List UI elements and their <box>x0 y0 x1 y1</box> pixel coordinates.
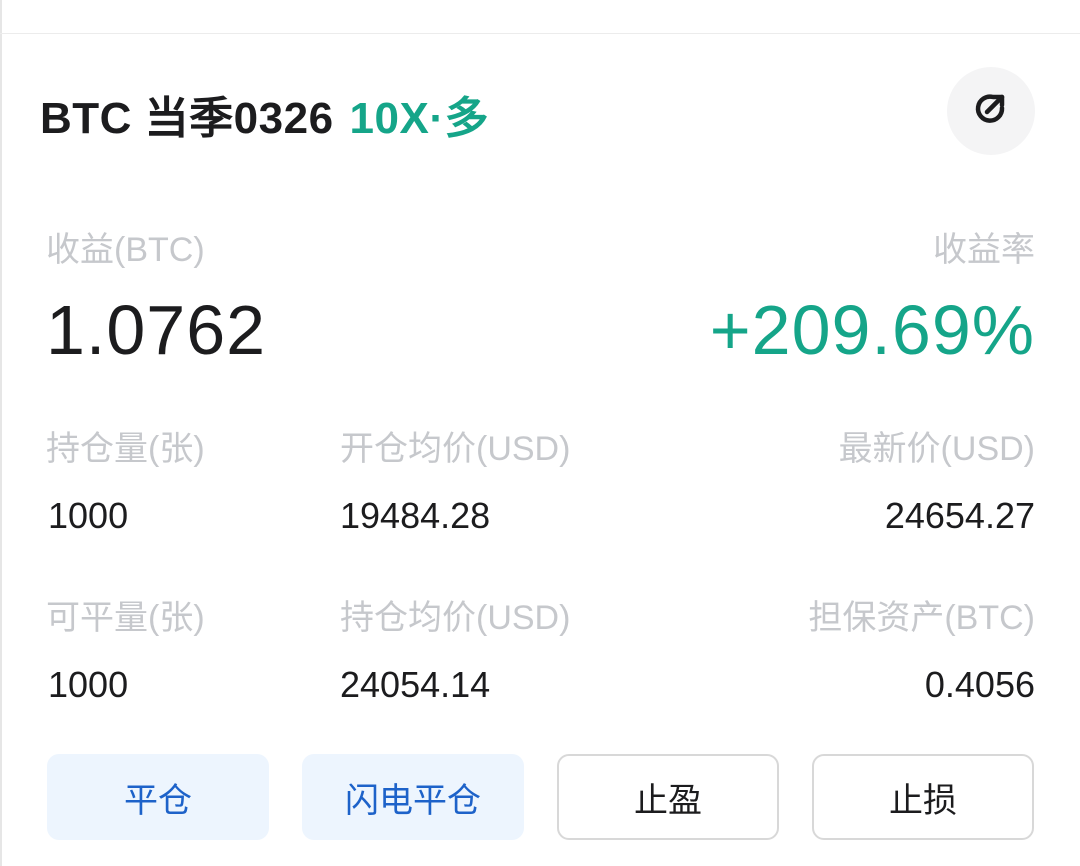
take-profit-button[interactable]: 止盈 <box>557 754 779 840</box>
stop-loss-button[interactable]: 止损 <box>812 754 1034 840</box>
closeable-qty-value: 1000 <box>48 664 129 705</box>
pnl-rate-label: 收益率 <box>933 231 1035 269</box>
close-position-button[interactable]: 平仓 <box>47 754 269 840</box>
position-qty-label: 持仓量(张) <box>46 430 205 468</box>
open-price-label: 开仓均价(USD) <box>340 430 571 468</box>
position-qty-value: 1000 <box>48 495 129 536</box>
margin-value: 0.4056 <box>924 664 1035 705</box>
left-edge-divider <box>0 0 2 866</box>
flash-close-button[interactable]: 闪电平仓 <box>302 754 524 840</box>
closeable-qty-label: 可平量(张) <box>46 599 205 637</box>
pnl-label: 收益(BTC) <box>46 231 205 269</box>
pnl-value: 1.0762 <box>46 291 267 369</box>
open-price-value: 19484.28 <box>340 495 491 536</box>
last-price-value: 24654.27 <box>884 495 1035 536</box>
share-arrow-icon <box>969 87 1013 136</box>
share-button[interactable] <box>947 67 1035 155</box>
top-divider <box>0 33 1080 34</box>
pnl-rate-value: +209.69% <box>709 291 1035 369</box>
margin-label: 担保资产(BTC) <box>808 599 1035 637</box>
hold-price-value: 24054.14 <box>340 664 491 705</box>
leverage-side-tag: 10X·多 <box>349 94 489 143</box>
hold-price-label: 持仓均价(USD) <box>340 599 571 637</box>
last-price-label: 最新价(USD) <box>838 430 1035 468</box>
symbol-name: BTC 当季0326 <box>40 94 334 143</box>
position-title: BTC 当季0326 10X·多 <box>40 82 489 146</box>
